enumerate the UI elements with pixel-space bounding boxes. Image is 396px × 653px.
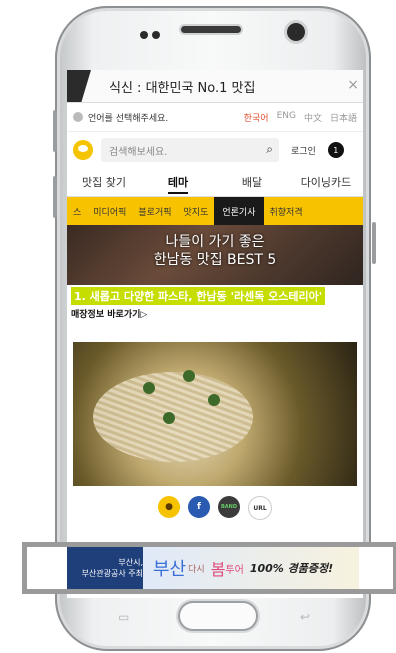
ad-banner[interactable]: 부산시, 부산관광공사 주최 부산 다시 봄 투어 100% 경품증정! <box>67 547 359 589</box>
herb-garnish <box>163 412 175 424</box>
front-camera <box>287 23 305 41</box>
banner-sponsor-line2: 부산관광공사 주최 <box>81 569 143 578</box>
siksin-logo-icon[interactable] <box>73 140 93 160</box>
banner-busan: 부산 <box>153 559 187 580</box>
category-bar: 스 미디어픽 블로거픽 맛지도 언론기사 취향저격 <box>67 197 363 225</box>
tab-find-restaurant[interactable]: 맛집 찾기 <box>67 174 141 190</box>
article-headline: 1. 새롭고 다양한 파스타, 한남동 '라센독 오스테리아' <box>71 287 326 305</box>
language-bar: 언어를 선택해주세요. 한국어 ENG 中文 日本語 <box>67 103 363 132</box>
app-top-bar: 식신 : 대한민국 No.1 맛집 × <box>67 70 363 103</box>
banner-tour: 투어 <box>225 564 244 576</box>
banner-bom: 봄 <box>210 560 226 579</box>
store-info-link[interactable]: 매장정보 바로가기▷ <box>71 307 359 320</box>
power-button <box>372 222 376 264</box>
sensor-dots <box>140 24 170 39</box>
tab-theme[interactable]: 테마 <box>141 174 215 194</box>
ad-banner-frame: 부산시, 부산관광공사 주최 부산 다시 봄 투어 100% 경품증정! <box>22 542 396 594</box>
article-header: 1. 새롭고 다양한 파스타, 한남동 '라센독 오스테리아' <box>67 285 363 305</box>
category-item[interactable]: 맛지도 <box>178 205 215 218</box>
login-button[interactable]: 로그인 <box>291 144 316 157</box>
category-item[interactable]: 블로거픽 <box>132 205 177 218</box>
volume-button-2 <box>53 176 57 218</box>
lang-korean[interactable]: 한국어 <box>244 111 269 124</box>
volume-button <box>53 110 57 152</box>
herb-garnish <box>143 382 155 394</box>
herb-garnish <box>208 394 220 406</box>
search-placeholder: 검색해보세요. <box>109 146 168 158</box>
notification-badge[interactable]: 1 <box>327 142 344 158</box>
language-prompt: 언어를 선택해주세요. <box>88 113 169 124</box>
search-row: 검색해보세요. ⌕ 로그인 1 <box>67 132 363 168</box>
recent-apps-icon[interactable]: ▭ <box>118 610 129 624</box>
band-share-icon[interactable]: BAND <box>218 496 240 518</box>
lang-english[interactable]: ENG <box>277 111 296 124</box>
main-tabs: 맛집 찾기 테마 배달 다이닝카드 <box>67 168 363 197</box>
url-share-icon[interactable]: URL <box>248 496 272 520</box>
tab-delivery[interactable]: 배달 <box>215 174 289 190</box>
hero-line2: 한남동 맛집 BEST 5 <box>153 252 277 268</box>
tab-dining-card[interactable]: 다이닝카드 <box>289 174 363 190</box>
hero-banner: 나들이 가기 좋은 한남동 맛집 BEST 5 <box>67 225 363 285</box>
share-buttons: ● f BAND URL <box>67 496 363 520</box>
herb-garnish <box>183 370 195 382</box>
banner-sponsor: 부산시, 부산관광공사 주최 <box>67 557 147 579</box>
banner-sponsor-line1: 부산시, <box>118 558 143 567</box>
speaker-grille <box>181 26 241 33</box>
back-icon[interactable]: ↩ <box>300 610 310 624</box>
phone-screen: 식신 : 대한민국 No.1 맛집 × 언어를 선택해주세요. 한국어 ENG … <box>67 70 363 598</box>
category-item-active[interactable]: 언론기사 <box>214 197 264 225</box>
category-item[interactable]: 미디어픽 <box>87 205 132 218</box>
close-icon[interactable]: × <box>347 77 359 93</box>
search-icon[interactable]: ⌕ <box>266 142 273 157</box>
app-title: 식신 : 대한민국 No.1 맛집 <box>109 80 256 96</box>
banner-prize: 100% 경품증정! <box>249 562 334 575</box>
facebook-share-icon[interactable]: f <box>188 496 210 518</box>
tab-theme-label: 테마 <box>167 176 189 194</box>
category-item[interactable]: 스 <box>67 205 87 218</box>
logo-flag-icon <box>67 70 91 102</box>
lang-chinese[interactable]: 中文 <box>304 111 322 124</box>
info-icon <box>73 112 83 122</box>
pasta-photo <box>73 342 357 486</box>
kakaotalk-share-icon[interactable]: ● <box>158 496 180 518</box>
banner-dasi: 다시 <box>188 564 205 575</box>
lang-japanese[interactable]: 日本語 <box>330 111 357 124</box>
search-input[interactable]: 검색해보세요. ⌕ <box>101 138 279 162</box>
category-item[interactable]: 취향저격 <box>264 205 309 218</box>
language-options: 한국어 ENG 中文 日本語 <box>244 111 363 124</box>
hero-line1: 나들이 가기 좋은 <box>165 234 265 250</box>
home-button[interactable] <box>180 603 256 629</box>
